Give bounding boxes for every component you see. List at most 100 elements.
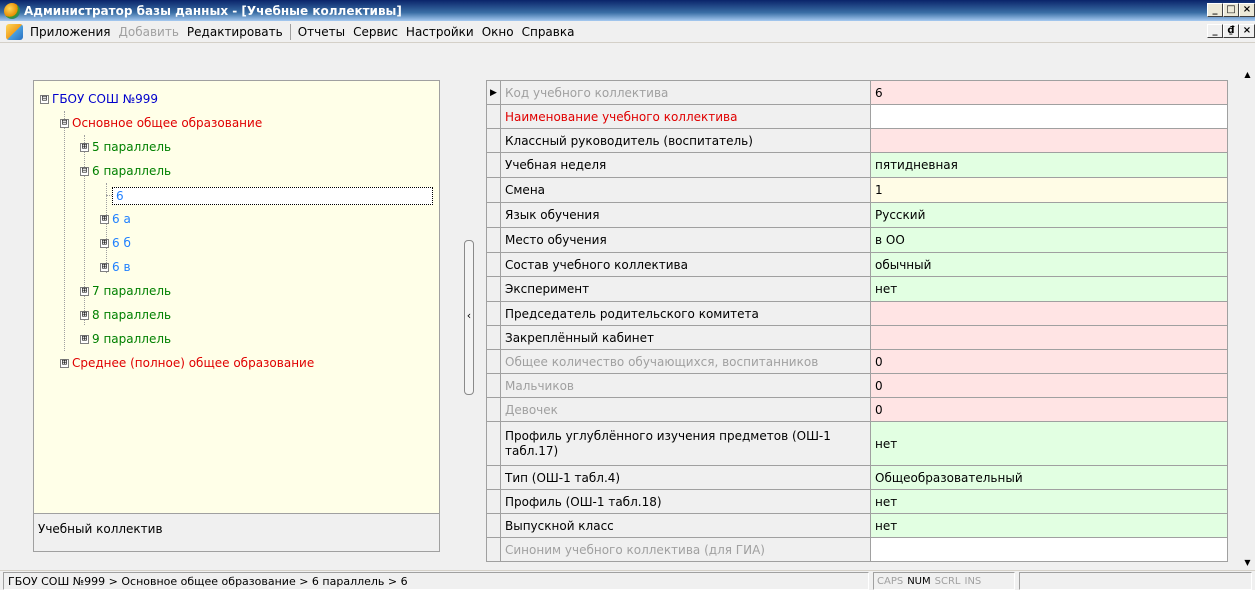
tree-view[interactable]: ⊟ ГБОУ СОШ №999 ⊟ Основное общее образов…: [34, 81, 439, 513]
window-title: Администратор базы данных - [Учебные кол…: [24, 3, 402, 18]
collapse-icon[interactable]: ⊟: [60, 118, 69, 128]
tree-node-parallel-7[interactable]: ⊞ 7 параллель: [80, 283, 171, 299]
menu-edit[interactable]: Редактировать: [183, 22, 287, 42]
grid-row[interactable]: Эксперимент нет: [487, 277, 1228, 302]
property-value[interactable]: [871, 326, 1228, 349]
menu-reports[interactable]: Отчеты: [294, 22, 349, 42]
window-titlebar[interactable]: Администратор базы данных - [Учебные кол…: [0, 0, 1255, 21]
row-indicator: [487, 228, 501, 252]
menu-help[interactable]: Справка: [518, 22, 579, 42]
grid-row[interactable]: Тип (ОШ-1 табл.4) Общеобразовательный: [487, 466, 1228, 490]
tree-node-parallel-6[interactable]: ⊟ 6 параллель: [80, 163, 171, 179]
expand-icon[interactable]: ⊞: [100, 238, 109, 248]
grid-row[interactable]: Общее количество обучающихся, воспитанни…: [487, 350, 1228, 374]
tree-node-parallel-9[interactable]: ⊞ 9 параллель: [80, 331, 171, 347]
tree-node-secondary-education[interactable]: ⊞ Среднее (полное) общее образование: [60, 355, 314, 371]
tree-node-class-6v[interactable]: ⊞ 6 в: [100, 259, 131, 275]
status-bar: ГБОУ СОШ №999 > Основное общее образован…: [0, 570, 1255, 590]
close-button[interactable]: ×: [1239, 3, 1255, 17]
grid-row[interactable]: Профиль углублённого изучения предметов …: [487, 422, 1228, 466]
status-panel: [1019, 571, 1252, 590]
grid-row[interactable]: Закреплённый кабинет: [487, 326, 1228, 350]
grid-row[interactable]: Состав учебного коллектива обычный: [487, 253, 1228, 277]
tree-node-school[interactable]: ⊟ ГБОУ СОШ №999: [40, 91, 158, 107]
property-value[interactable]: 1: [871, 178, 1228, 202]
expand-icon[interactable]: ⊞: [100, 214, 109, 224]
collapse-icon[interactable]: ⊟: [40, 94, 49, 104]
menu-separator: [289, 23, 291, 40]
client-area: ⊟ ГБОУ СОШ №999 ⊟ Основное общее образов…: [0, 44, 1240, 570]
tree-node-label: Основное общее образование: [72, 116, 263, 130]
menu-service[interactable]: Сервис: [349, 22, 402, 42]
mdi-close-button[interactable]: ×: [1239, 24, 1255, 38]
maximize-button[interactable]: □: [1223, 3, 1239, 17]
tree-node-parallel-5[interactable]: ⊞ 5 параллель: [80, 139, 171, 155]
scroll-up-icon[interactable]: ▲: [1240, 67, 1255, 82]
grid-row[interactable]: Учебная неделя пятидневная: [487, 153, 1228, 178]
tree-node-label: 6 б: [112, 236, 131, 250]
menu-settings[interactable]: Настройки: [402, 22, 478, 42]
property-value[interactable]: [871, 129, 1228, 152]
grid-row[interactable]: Мальчиков 0: [487, 374, 1228, 398]
grid-row[interactable]: Язык обучения Русский: [487, 203, 1228, 228]
scroll-down-icon[interactable]: ▼: [1240, 555, 1255, 570]
property-value[interactable]: обычный: [871, 253, 1228, 276]
property-value[interactable]: нет: [871, 514, 1228, 537]
property-value[interactable]: Общеобразовательный: [871, 466, 1228, 489]
property-value[interactable]: 6: [871, 81, 1228, 104]
grid-row[interactable]: Наименование учебного коллектива: [487, 105, 1228, 129]
menu-window[interactable]: Окно: [478, 22, 518, 42]
property-value[interactable]: нет: [871, 490, 1228, 513]
property-value[interactable]: [871, 538, 1228, 561]
expand-icon[interactable]: ⊞: [80, 142, 89, 152]
mdi-restore-button[interactable]: ₫: [1223, 24, 1239, 38]
collapse-arrow-icon[interactable]: ‹: [464, 309, 474, 323]
property-value[interactable]: 0: [871, 374, 1228, 397]
property-value[interactable]: 0: [871, 350, 1228, 373]
grid-row[interactable]: Выпускной класс нет: [487, 514, 1228, 538]
row-indicator: [487, 538, 501, 561]
menu-applications[interactable]: Приложения: [26, 22, 115, 42]
expand-icon[interactable]: ⊞: [80, 334, 89, 344]
collapse-icon[interactable]: ⊟: [80, 166, 89, 176]
property-value[interactable]: в ОО: [871, 228, 1228, 252]
expand-icon[interactable]: ⊞: [80, 286, 89, 296]
row-indicator: [487, 302, 501, 325]
tree-node-label: 6 а: [112, 212, 131, 226]
expand-icon[interactable]: ⊞: [60, 358, 69, 368]
property-value[interactable]: Русский: [871, 203, 1228, 227]
grid-row[interactable]: Профиль (ОШ-1 табл.18) нет: [487, 490, 1228, 514]
grid-row[interactable]: ▶ Код учебного коллектива 6: [487, 81, 1228, 105]
tree-node-class-6b[interactable]: ⊞ 6 б: [100, 235, 131, 251]
tree-node-basic-education[interactable]: ⊟ Основное общее образование: [60, 115, 262, 131]
tree-node-parallel-8[interactable]: ⊞ 8 параллель: [80, 307, 171, 323]
grid-row[interactable]: Председатель родительского комитета: [487, 302, 1228, 326]
property-value[interactable]: [871, 105, 1228, 128]
row-indicator: [487, 203, 501, 227]
vertical-scrollbar[interactable]: ▲ ▼: [1240, 67, 1255, 570]
row-indicator: [487, 253, 501, 276]
property-value[interactable]: пятидневная: [871, 153, 1228, 177]
grid-row[interactable]: Смена 1: [487, 178, 1228, 203]
mdi-minimize-button[interactable]: _: [1207, 24, 1223, 38]
grid-row[interactable]: Классный руководитель (воспитатель): [487, 129, 1228, 153]
expand-icon[interactable]: ⊞: [80, 310, 89, 320]
property-name: Закреплённый кабинет: [501, 326, 871, 349]
property-value[interactable]: [871, 302, 1228, 325]
minimize-button[interactable]: _: [1207, 3, 1223, 17]
tree-node-class-6a[interactable]: ⊞ 6 а: [100, 211, 131, 227]
grid-row[interactable]: Синоним учебного коллектива (для ГИА): [487, 538, 1228, 562]
grid-row[interactable]: Девочек 0: [487, 398, 1228, 422]
grid-row[interactable]: Место обучения в ОО: [487, 228, 1228, 253]
tree-node-class-6[interactable]: 6: [116, 188, 124, 204]
property-value[interactable]: нет: [871, 277, 1228, 301]
property-name: Состав учебного коллектива: [501, 253, 871, 276]
property-value[interactable]: 0: [871, 398, 1228, 421]
row-indicator: [487, 422, 501, 465]
row-indicator: [487, 105, 501, 128]
property-grid: ▶ Код учебного коллектива 6 Наименование…: [486, 80, 1228, 562]
current-row-indicator-icon: ▶: [487, 81, 501, 104]
expand-icon[interactable]: ⊞: [100, 262, 109, 272]
property-value[interactable]: нет: [871, 422, 1228, 465]
row-indicator: [487, 129, 501, 152]
